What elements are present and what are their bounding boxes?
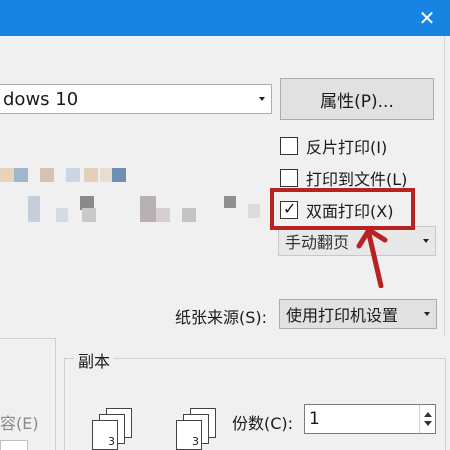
copies-spin-buttons[interactable] [419, 405, 435, 433]
checkmark-icon: ✓ [283, 199, 297, 218]
duplex-print-label: 双面打印(X) [306, 202, 394, 221]
paper-source-value: 使用打印机设置 [286, 306, 399, 325]
dialog-title-bar: ✕ [0, 0, 450, 36]
print-to-file-checkbox[interactable] [280, 169, 298, 187]
spin-down-icon[interactable] [424, 421, 432, 426]
copies-label: 份数(C): [232, 414, 294, 433]
reverse-print-label: 反片打印(I) [306, 138, 388, 157]
paper-source-label: 纸张来源(S): [175, 308, 268, 327]
close-icon: ✕ [418, 6, 436, 30]
page-range-option-label: 容(E) [0, 414, 39, 433]
printer-name-value: dows 10 [3, 88, 79, 110]
chevron-down-icon [423, 239, 429, 243]
page-range-input[interactable] [0, 440, 28, 450]
printer-name-select[interactable]: dows 10 [0, 84, 272, 114]
reverse-print-option[interactable]: 反片打印(I) [280, 134, 387, 158]
copies-group-title: 副本 [74, 348, 115, 372]
collate-pages-icon: 3 [92, 408, 136, 450]
properties-button-label: 属性(P)... [320, 91, 394, 112]
close-button[interactable]: ✕ [404, 0, 450, 36]
chevron-down-icon [424, 312, 430, 316]
collate-pages-icon: 3 [176, 408, 220, 450]
properties-button[interactable]: 属性(P)... [280, 78, 434, 120]
print-to-file-label: 打印到文件(L) [306, 170, 408, 189]
copies-value: 1 [309, 409, 320, 429]
paper-source-select[interactable]: 使用打印机设置 [279, 299, 437, 329]
chevron-down-icon [259, 97, 265, 101]
duplex-mode-select[interactable]: 手动翻页 [278, 226, 436, 256]
duplex-print-checkbox[interactable]: ✓ [280, 199, 298, 219]
copies-spinner[interactable]: 1 [304, 404, 436, 434]
spin-up-icon[interactable] [424, 412, 432, 417]
duplex-print-option[interactable]: ✓ 双面打印(X) [280, 198, 393, 222]
duplex-mode-value: 手动翻页 [285, 233, 350, 252]
print-to-file-option[interactable]: 打印到文件(L) [280, 166, 407, 190]
reverse-print-checkbox[interactable] [280, 137, 298, 155]
